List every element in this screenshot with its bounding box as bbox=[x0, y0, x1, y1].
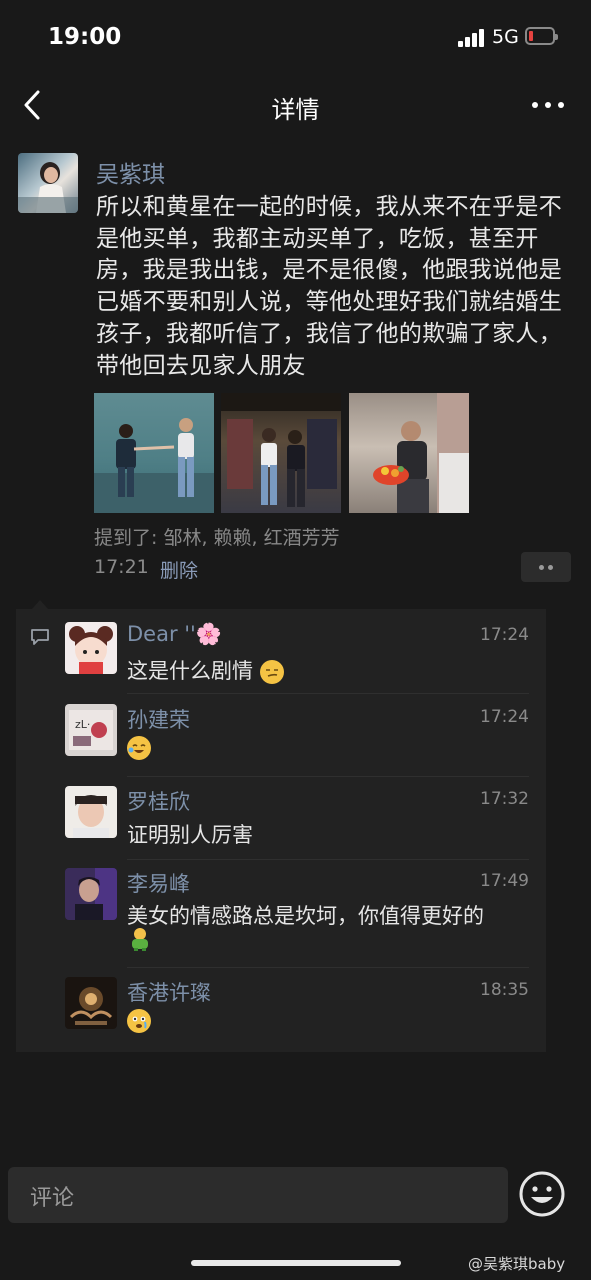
comment-time: 17:32 bbox=[480, 789, 529, 809]
comment-input-placeholder: 评论 bbox=[30, 1186, 75, 1211]
mention-list[interactable]: 提到了: 邹林, 赖赖, 红酒芳芳 bbox=[94, 523, 340, 550]
crying-laughing-emoji-icon bbox=[127, 736, 151, 760]
emoji-icon[interactable] bbox=[519, 1171, 565, 1217]
post-author-avatar[interactable] bbox=[18, 153, 78, 213]
comment-divider bbox=[127, 693, 529, 694]
svg-text:zL·: zL· bbox=[75, 718, 90, 731]
comment-text bbox=[127, 735, 151, 760]
home-indicator bbox=[191, 1260, 401, 1266]
comment-time: 18:35 bbox=[480, 980, 529, 1000]
comment-text: 证明别人厉害 bbox=[127, 823, 253, 847]
smirk-emoji-icon bbox=[259, 660, 284, 684]
post-text: 所以和黄星在一起的时候，我从来不在乎是不是他买单，我都主动买单了，吃饭，甚至开房… bbox=[96, 194, 562, 379]
comment-divider bbox=[127, 967, 529, 968]
comment-author[interactable]: 罗桂欣 bbox=[127, 786, 190, 816]
status-time: 19:00 bbox=[48, 24, 122, 50]
comment-author[interactable]: 李易峰 bbox=[127, 868, 190, 898]
comment-avatar[interactable] bbox=[65, 868, 117, 920]
battery-icon bbox=[525, 27, 558, 45]
weibo-watermark: @吴紫琪baby bbox=[468, 1255, 566, 1273]
comment-avatar[interactable]: zL· bbox=[65, 704, 117, 756]
comment-avatar[interactable] bbox=[65, 622, 117, 674]
like-comment-button[interactable] bbox=[521, 552, 571, 582]
comment-author[interactable]: 香港许璨 bbox=[127, 977, 211, 1007]
comment-avatar[interactable] bbox=[65, 786, 117, 838]
post-time: 17:21 bbox=[94, 556, 149, 578]
page-title: 详情 bbox=[271, 96, 320, 124]
comment-avatar[interactable] bbox=[65, 977, 117, 1029]
comment-divider bbox=[127, 859, 529, 860]
post-author-name[interactable]: 吴紫琪 bbox=[96, 155, 165, 189]
comment-author[interactable]: Dear ''🌸 bbox=[127, 622, 222, 647]
tearful-emoji-icon bbox=[127, 1009, 151, 1033]
comment-time: 17:24 bbox=[480, 707, 529, 727]
signal-icon bbox=[458, 29, 484, 47]
comment-panel-arrow bbox=[32, 600, 48, 609]
more-dots-icon[interactable] bbox=[530, 96, 566, 116]
green-figure-emoji-icon bbox=[127, 926, 153, 952]
comment-time: 17:24 bbox=[480, 625, 529, 645]
comment-input[interactable] bbox=[8, 1167, 508, 1223]
comment-time: 17:49 bbox=[480, 871, 529, 891]
comment-text: 这是什么剧情 bbox=[127, 655, 284, 685]
post-photo-3[interactable] bbox=[349, 393, 469, 513]
comment-text-body: 这是什么剧情 bbox=[127, 659, 253, 683]
comment-text bbox=[127, 1008, 151, 1033]
comment-text: 美女的情感路总是坎坷，你值得更好的 bbox=[127, 904, 484, 928]
post-photo-2[interactable] bbox=[221, 393, 341, 513]
comment-divider bbox=[127, 776, 529, 777]
post-photo-1[interactable] bbox=[94, 393, 214, 513]
network-type: 5G bbox=[492, 26, 519, 48]
comment-author[interactable]: 孙建荣 bbox=[127, 704, 190, 734]
delete-link[interactable]: 删除 bbox=[160, 556, 198, 583]
comment-bubble-icon bbox=[30, 628, 50, 645]
